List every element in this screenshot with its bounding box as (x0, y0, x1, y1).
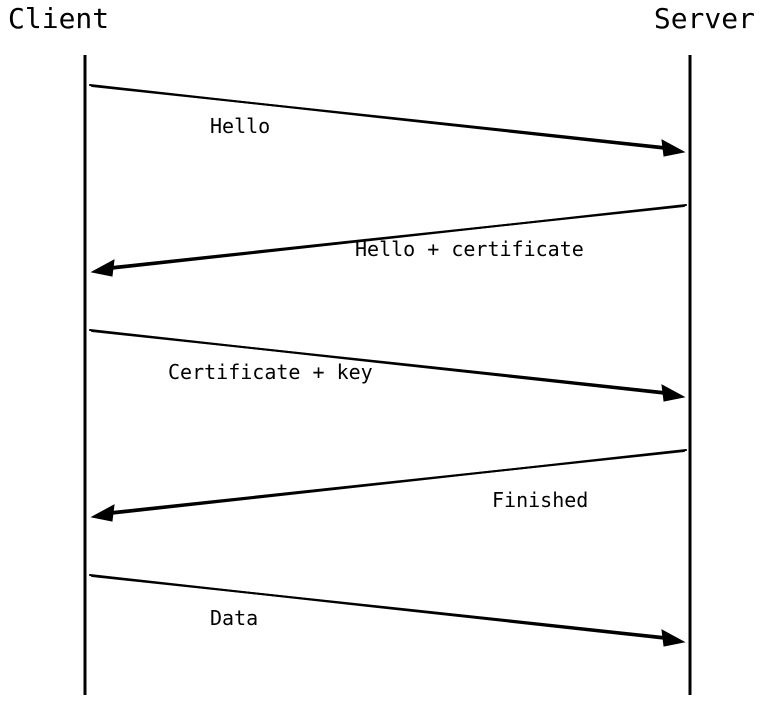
message-label-finished: Finished (492, 488, 588, 512)
message-arrow-hello (90, 85, 684, 156)
message-label-data: Data (210, 606, 258, 630)
message-arrow-finished (92, 450, 686, 521)
message-label-cert-key: Certificate + key (168, 360, 373, 384)
message-label-hello-cert: Hello + certificate (355, 237, 584, 261)
participant-server-label: Server (654, 2, 755, 35)
message-arrow-data (90, 575, 684, 646)
message-label-hello: Hello (210, 114, 270, 138)
participant-client-label: Client (8, 2, 109, 35)
